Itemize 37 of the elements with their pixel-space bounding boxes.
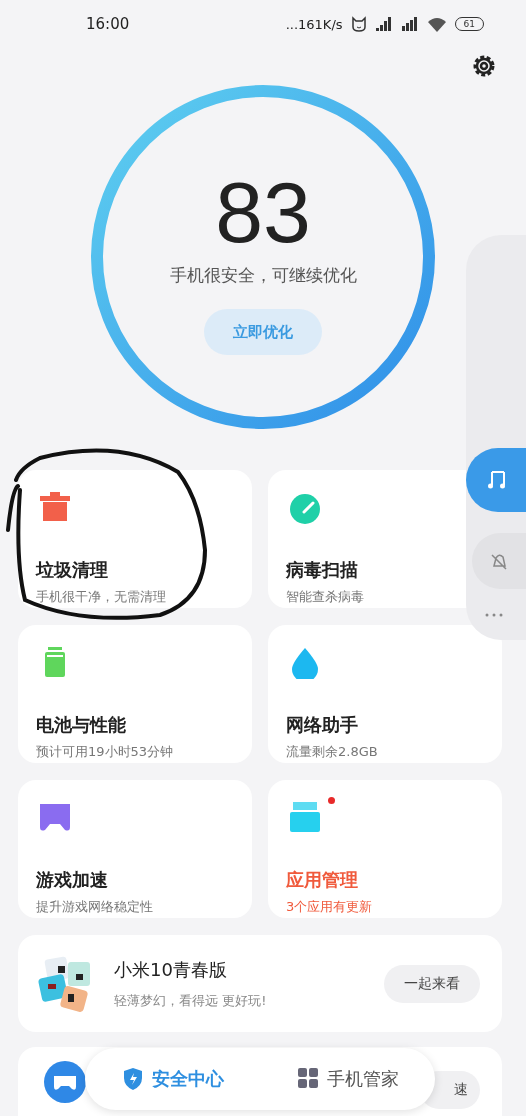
feature-card[interactable]: 垃圾清理 手机很干净，无需清理	[18, 470, 252, 608]
more-icon[interactable]	[484, 612, 504, 618]
score-value: 83	[215, 163, 311, 262]
card-subtitle: 手机很干净，无需清理	[36, 588, 167, 606]
score-message: 手机很安全，可继续优化	[169, 264, 357, 287]
nav-tab[interactable]: 手机管家	[290, 1063, 405, 1095]
network-speed: ...161K/s	[285, 16, 343, 32]
feature-card[interactable]: 网络助手 流量剩余2.8GB	[268, 625, 502, 763]
watch-button[interactable]: 一起来看	[384, 964, 480, 1003]
muted-bell-icon	[489, 551, 509, 571]
card-title: 电池与性能	[36, 713, 127, 737]
card-title: 游戏加速	[36, 868, 109, 892]
status-time: 16:00	[86, 15, 130, 33]
feature-card[interactable]: 应用管理 3个应用有更新	[268, 780, 502, 918]
wifi-icon	[426, 16, 447, 32]
feature-card[interactable]: 电池与性能 预计可用19小时53分钟	[18, 625, 252, 763]
card-subtitle: 智能查杀病毒	[286, 588, 365, 606]
music-button[interactable]	[466, 448, 526, 512]
card-subtitle: 流量剩余2.8GB	[286, 743, 379, 761]
feature-card[interactable]: 游戏加速 提升游戏网络稳定性	[18, 780, 252, 918]
card-title: 垃圾清理	[36, 558, 109, 582]
grid-icon	[296, 1067, 319, 1091]
card-title: 网络助手	[286, 713, 359, 737]
mute-button[interactable]	[472, 533, 526, 589]
notification-dot	[328, 797, 335, 804]
card-subtitle: 提升游戏网络稳定性	[36, 898, 154, 916]
card-title: 应用管理	[286, 868, 359, 892]
card-subtitle: 预计可用19小时53分钟	[36, 743, 175, 761]
cat-face-icon	[350, 16, 367, 32]
promo-title: 小米10青春版	[114, 957, 228, 982]
promo-subtitle: 轻薄梦幻，看得远 更好玩!	[114, 991, 268, 1010]
signal-icon	[374, 17, 393, 31]
shield-icon	[121, 1067, 144, 1091]
card-subtitle: 3个应用有更新	[286, 898, 374, 916]
signal-icon	[400, 17, 419, 31]
card-title: 病毒扫描	[286, 558, 359, 582]
promo-card[interactable]: 小米10青春版 轻薄梦幻，看得远 更好玩! 一起来看	[18, 935, 502, 1032]
